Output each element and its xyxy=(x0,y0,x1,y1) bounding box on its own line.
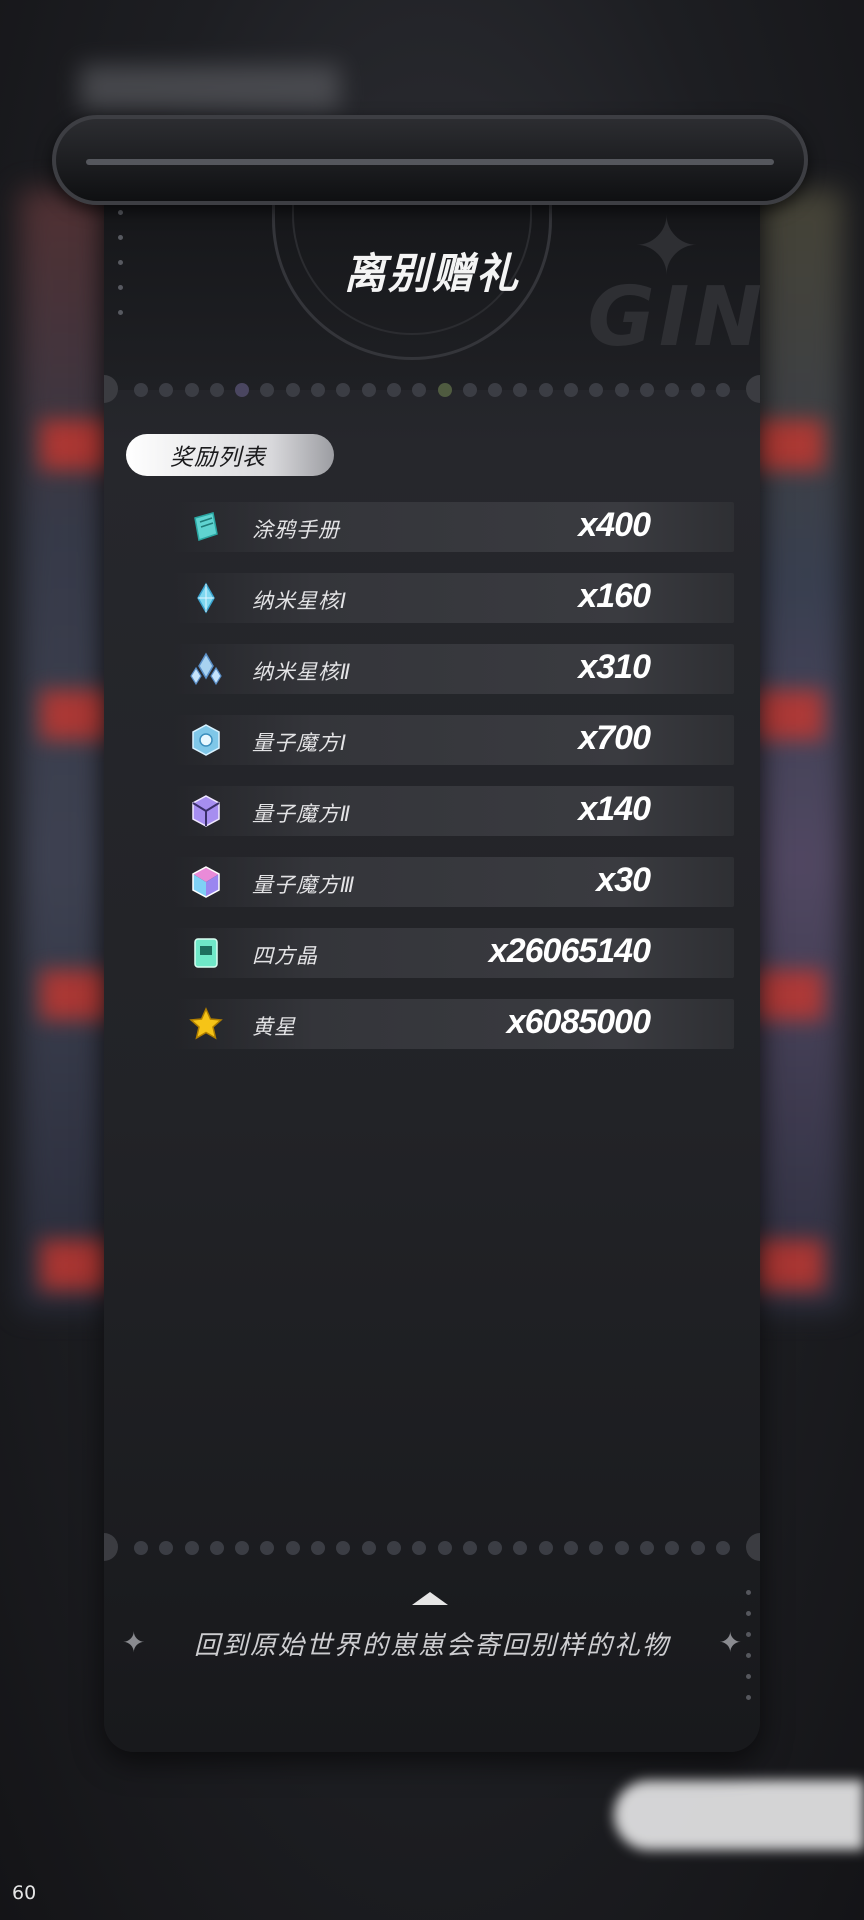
background-red-tag xyxy=(754,420,824,470)
background-red-tag xyxy=(40,970,110,1020)
scroll-rod xyxy=(86,159,774,165)
reward-row: 黄星 x6085000 xyxy=(174,999,734,1049)
reward-name: 四方晶 xyxy=(252,944,318,968)
reward-quantity: x700 xyxy=(578,719,651,757)
reward-row: 量子魔方Ⅲ x30 xyxy=(174,857,734,907)
crystal-cluster-icon xyxy=(190,652,222,686)
cube-purple-icon xyxy=(192,795,220,827)
reward-row: 四方晶 x26065140 xyxy=(174,928,734,978)
background-card-column-left xyxy=(20,190,110,1310)
reward-name: 纳米星核Ⅰ xyxy=(252,589,348,613)
section-label-rewards: 奖励列表 xyxy=(126,434,334,476)
background-button xyxy=(614,1780,864,1850)
cube-blue-icon xyxy=(192,724,220,756)
reward-name: 黄星 xyxy=(252,1015,296,1039)
background-red-tag xyxy=(754,970,824,1020)
notebook-icon xyxy=(194,512,218,541)
reward-row: 涂鸦手册 x400 xyxy=(174,502,734,552)
footer-message: 回到原始世界的崽崽会寄回别样的礼物 xyxy=(193,1631,670,1661)
background-title-bar xyxy=(80,65,340,110)
reward-row: 量子魔方Ⅰ x700 xyxy=(174,715,734,765)
reward-list: 涂鸦手册 x400 纳米星核Ⅰ x160 纳米星核Ⅱ x310 量子魔方Ⅰ x7… xyxy=(174,502,734,1070)
collapse-arrow-icon[interactable] xyxy=(412,1592,448,1605)
reward-row: 量子魔方Ⅱ x140 xyxy=(174,786,734,836)
crystal-icon xyxy=(197,582,215,614)
footer-dot-column xyxy=(746,1590,752,1716)
reward-quantity: x310 xyxy=(578,648,651,686)
reward-row: 纳米星核Ⅱ x310 xyxy=(174,644,734,694)
reward-quantity: x30 xyxy=(596,861,651,899)
cube-rainbow-icon xyxy=(192,866,220,898)
background-red-tag xyxy=(40,690,110,740)
perforation-divider xyxy=(104,375,760,403)
reward-name: 纳米星核Ⅱ xyxy=(252,660,352,684)
reward-name: 涂鸦手册 xyxy=(252,518,340,542)
page-title: 离别赠礼 xyxy=(343,249,520,298)
background-red-tag xyxy=(754,690,824,740)
perforation-divider xyxy=(104,1533,760,1561)
background-red-tag xyxy=(754,1240,824,1290)
sparkle-right-icon: ✦ xyxy=(718,1626,742,1659)
background-red-tag xyxy=(40,1240,110,1290)
reward-quantity: x140 xyxy=(578,790,651,828)
reward-quantity: x400 xyxy=(578,506,651,544)
scroll-roller xyxy=(52,115,808,205)
background-card-column-right xyxy=(754,190,844,1310)
fps-counter: 60 xyxy=(12,1882,37,1904)
reward-name: 量子魔方Ⅲ xyxy=(252,873,356,897)
reward-row: 纳米星核Ⅰ x160 xyxy=(174,573,734,623)
reward-name: 量子魔方Ⅰ xyxy=(252,731,348,755)
reward-name: 量子魔方Ⅱ xyxy=(252,802,352,826)
reward-quantity: x6085000 xyxy=(506,1003,651,1041)
reward-quantity: x160 xyxy=(578,577,651,615)
square-crystal-icon xyxy=(194,938,218,968)
background-red-tag xyxy=(40,420,110,470)
reward-quantity: x26065140 xyxy=(488,932,651,970)
yellow-star-icon xyxy=(189,1007,223,1040)
gift-scroll-card: ✦ GIN 离别赠礼 奖励列表 涂鸦手册 x400 纳米星核Ⅰ x160 纳米星… xyxy=(104,160,760,1752)
